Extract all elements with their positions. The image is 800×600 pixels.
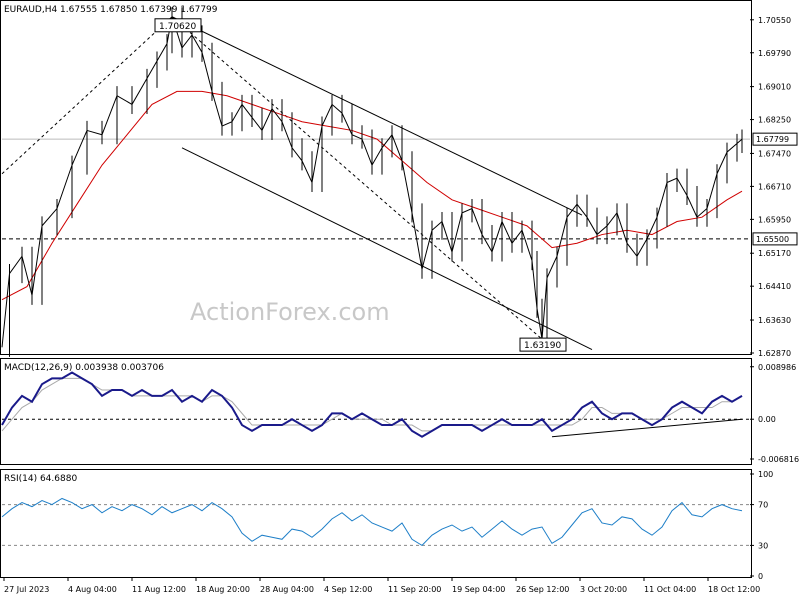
channel-line-0 [171,16,583,216]
x-tick-label: 11 Aug 12:00 [132,585,186,594]
price-tick-label: 1.70550 [758,16,791,25]
macd-tick-label: 0.00 [758,415,776,424]
x-tick-label: 4 Aug 04:00 [68,585,117,594]
macd-tick-label: 0.008986 [758,363,796,372]
price-tick-label: 1.65170 [758,249,791,258]
price-tick-label: 1.65950 [758,215,791,224]
price-tick-label: 1.63630 [758,316,791,325]
x-tick-label: 26 Sep 12:00 [516,585,569,594]
macd-header: MACD(12,26,9) 0.003938 0.003706 [4,363,164,373]
rsi-marks [1,497,750,547]
x-tick-label: 11 Oct 04:00 [644,585,696,594]
macd-tick-label: -0.006816 [758,455,799,464]
watermark: ActionForex.com [190,298,390,326]
moving-average-line [1,90,743,301]
price-tick-label: 1.66710 [758,182,791,191]
x-tick-label: 27 Jul 2023 [4,585,49,594]
x-tick-label: 11 Sep 20:00 [388,585,441,594]
price-tick-label: 1.68250 [758,116,791,125]
rsi-tick-label: 0 [758,572,763,581]
price-tick-label: 1.69790 [758,49,791,58]
rsi-tick-label: 70 [758,501,768,510]
x-tick-label: 18 Oct 12:00 [708,585,760,594]
price-tick-label: 1.67470 [758,149,791,158]
macd-signal-line [1,377,743,432]
price-tick-label: 1.64410 [758,282,791,291]
x-tick-label: 19 Sep 04:00 [452,585,505,594]
x-tick-label: 4 Sep 12:00 [324,585,372,594]
x-tick-label: 18 Aug 20:00 [196,585,250,594]
x-tick-label: 28 Aug 04:00 [260,585,314,594]
price-tag-label-1: 1.63190 [524,341,561,351]
rsi-panel-frame [0,469,752,578]
rsi-header: RSI(14) 64.6880 [4,474,77,484]
right-tag-label-0: 1.67799 [756,135,789,144]
price-header: EURAUD,H4 1.67555 1.67850 1.67399 1.6779… [4,5,218,15]
right-tag-label-1: 1.65500 [756,235,789,244]
chart-svg: EURAUD,H4 1.67555 1.67850 1.67399 1.6779… [0,0,799,594]
price-tag-label-0: 1.70620 [159,22,196,32]
zigzag-line-1 [171,16,543,340]
price-tick-label: 1.69010 [758,83,791,92]
rsi-line [1,497,743,547]
rsi-tick-label: 100 [758,470,773,479]
macd-panel-frame [0,358,752,465]
x-tick-label: 3 Oct 20:00 [580,585,627,594]
price-tick-label: 1.62870 [758,349,791,358]
macd-main-line [1,371,743,438]
rsi-tick-label: 30 [758,541,768,550]
axes: 1.70550 1.69790 1.69010 1.68250 1.67470 1.667… [3,16,799,594]
macd-marks [1,371,750,438]
